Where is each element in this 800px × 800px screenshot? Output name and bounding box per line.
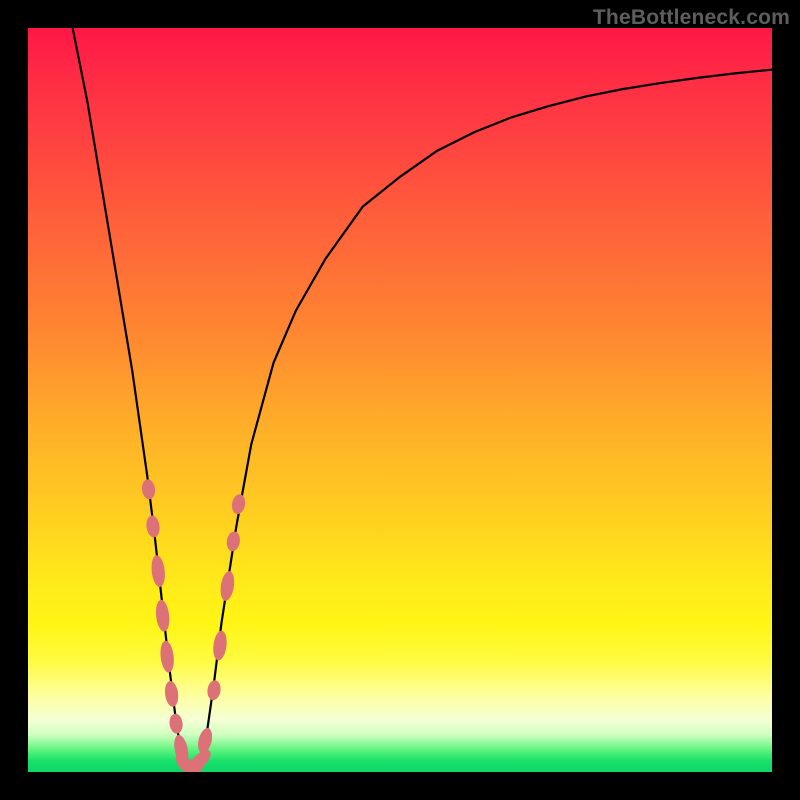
marker-group [141,479,247,772]
data-marker [212,630,229,661]
data-marker [206,679,222,701]
data-marker [219,570,236,602]
data-marker [168,713,183,734]
watermark-text: TheBottleneck.com [593,6,790,30]
data-marker [164,680,180,707]
chart-frame: TheBottleneck.com [0,0,800,800]
plot-area [28,28,772,772]
data-marker [159,640,175,673]
curve-layer [28,28,772,772]
bottleneck-curve [73,28,772,772]
data-marker [196,727,215,755]
data-marker [145,515,161,538]
data-marker [225,530,241,552]
data-marker [150,555,166,588]
data-marker [154,599,170,632]
data-marker [141,479,156,500]
data-marker [230,493,246,515]
